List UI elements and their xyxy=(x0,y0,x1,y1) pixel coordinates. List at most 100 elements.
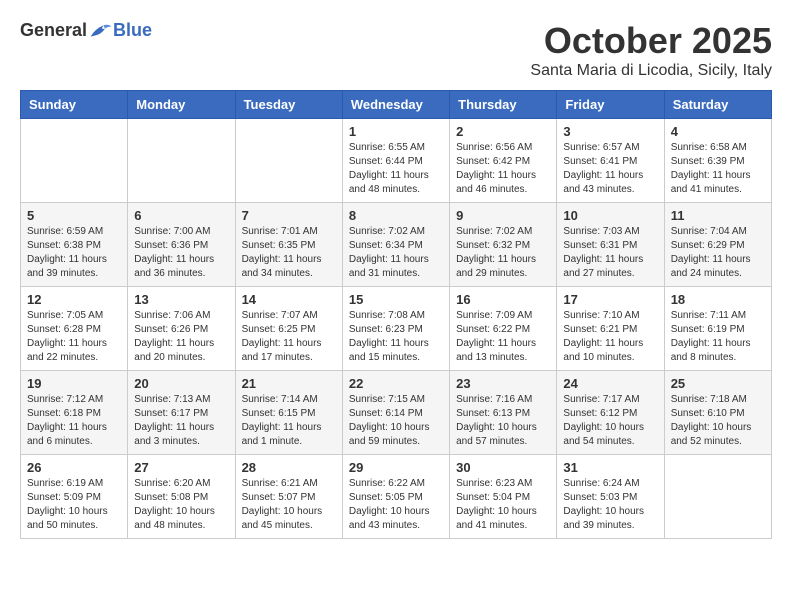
day-number: 19 xyxy=(27,376,121,391)
day-number: 8 xyxy=(349,208,443,223)
calendar-week-5: 26 Sunrise: 6:19 AM Sunset: 5:09 PM Dayli… xyxy=(21,455,772,539)
weekday-header-saturday: Saturday xyxy=(664,91,771,119)
calendar-cell: 18 Sunrise: 7:11 AM Sunset: 6:19 PM Dayli… xyxy=(664,287,771,371)
calendar-cell: 2Sunrise: 6:56 AM Sunset: 6:42 PM Daylig… xyxy=(450,119,557,203)
day-info: Sunrise: 6:19 AM Sunset: 5:09 PM Dayligh… xyxy=(27,477,121,533)
page-header: General Blue October 2025 Santa Maria di… xyxy=(20,20,772,80)
logo-blue-text: Blue xyxy=(113,20,152,41)
day-info: Sunrise: 7:12 AM Sunset: 6:18 PM Dayligh… xyxy=(27,393,121,449)
day-number: 31 xyxy=(563,460,657,475)
calendar-cell: 7 Sunrise: 7:01 AM Sunset: 6:35 PM Daylig… xyxy=(235,203,342,287)
day-number: 4 xyxy=(671,124,765,139)
day-number: 23 xyxy=(456,376,550,391)
calendar-cell: 3 Sunrise: 6:57 AM Sunset: 6:41 PM Daylig… xyxy=(557,119,664,203)
calendar-week-2: 5Sunrise: 6:59 AM Sunset: 6:38 PM Daylig… xyxy=(21,203,772,287)
day-number: 14 xyxy=(242,292,336,307)
day-info: Sunrise: 7:02 AM Sunset: 6:32 PM Dayligh… xyxy=(456,225,550,281)
day-info: Sunrise: 7:01 AM Sunset: 6:35 PM Dayligh… xyxy=(242,225,336,281)
day-info: Sunrise: 7:14 AM Sunset: 6:15 PM Dayligh… xyxy=(242,393,336,449)
day-info: Sunrise: 6:57 AM Sunset: 6:41 PM Dayligh… xyxy=(563,141,657,197)
day-info: Sunrise: 7:04 AM Sunset: 6:29 PM Dayligh… xyxy=(671,225,765,281)
day-number: 7 xyxy=(242,208,336,223)
calendar-cell: 10 Sunrise: 7:03 AM Sunset: 6:31 PM Dayli… xyxy=(557,203,664,287)
calendar-cell: 15Sunrise: 7:08 AM Sunset: 6:23 PM Dayli… xyxy=(342,287,449,371)
day-info: Sunrise: 6:56 AM Sunset: 6:42 PM Dayligh… xyxy=(456,141,550,197)
day-number: 30 xyxy=(456,460,550,475)
calendar-week-3: 12Sunrise: 7:05 AM Sunset: 6:28 PM Dayli… xyxy=(21,287,772,371)
day-info: Sunrise: 6:20 AM Sunset: 5:08 PM Dayligh… xyxy=(134,477,228,533)
day-number: 10 xyxy=(563,208,657,223)
day-number: 24 xyxy=(563,376,657,391)
logo-bird-icon xyxy=(89,21,113,41)
day-number: 6 xyxy=(134,208,228,223)
calendar-cell: 26 Sunrise: 6:19 AM Sunset: 5:09 PM Dayli… xyxy=(21,455,128,539)
day-number: 15 xyxy=(349,292,443,307)
day-number: 13 xyxy=(134,292,228,307)
calendar-cell: 1Sunrise: 6:55 AM Sunset: 6:44 PM Daylig… xyxy=(342,119,449,203)
location-subtitle: Santa Maria di Licodia, Sicily, Italy xyxy=(530,62,772,80)
weekday-header-sunday: Sunday xyxy=(21,91,128,119)
calendar-cell xyxy=(664,455,771,539)
day-number: 3 xyxy=(563,124,657,139)
day-info: Sunrise: 7:00 AM Sunset: 6:36 PM Dayligh… xyxy=(134,225,228,281)
day-number: 27 xyxy=(134,460,228,475)
day-number: 16 xyxy=(456,292,550,307)
calendar-cell: 30 Sunrise: 6:23 AM Sunset: 5:04 PM Dayli… xyxy=(450,455,557,539)
day-number: 21 xyxy=(242,376,336,391)
calendar-cell: 19 Sunrise: 7:12 AM Sunset: 6:18 PM Dayli… xyxy=(21,371,128,455)
calendar-table: SundayMondayTuesdayWednesdayThursdayFrid… xyxy=(20,90,772,539)
day-info: Sunrise: 7:16 AM Sunset: 6:13 PM Dayligh… xyxy=(456,393,550,449)
weekday-header-wednesday: Wednesday xyxy=(342,91,449,119)
day-number: 17 xyxy=(563,292,657,307)
month-title: October 2025 xyxy=(530,20,772,62)
day-number: 12 xyxy=(27,292,121,307)
calendar-cell: 4 Sunrise: 6:58 AM Sunset: 6:39 PM Daylig… xyxy=(664,119,771,203)
calendar-cell: 12Sunrise: 7:05 AM Sunset: 6:28 PM Dayli… xyxy=(21,287,128,371)
day-info: Sunrise: 6:23 AM Sunset: 5:04 PM Dayligh… xyxy=(456,477,550,533)
day-info: Sunrise: 7:11 AM Sunset: 6:19 PM Dayligh… xyxy=(671,309,765,365)
day-info: Sunrise: 7:06 AM Sunset: 6:26 PM Dayligh… xyxy=(134,309,228,365)
day-info: Sunrise: 6:22 AM Sunset: 5:05 PM Dayligh… xyxy=(349,477,443,533)
day-info: Sunrise: 7:03 AM Sunset: 6:31 PM Dayligh… xyxy=(563,225,657,281)
calendar-cell: 16Sunrise: 7:09 AM Sunset: 6:22 PM Dayli… xyxy=(450,287,557,371)
calendar-cell xyxy=(235,119,342,203)
calendar-cell: 27 Sunrise: 6:20 AM Sunset: 5:08 PM Dayli… xyxy=(128,455,235,539)
logo: General Blue xyxy=(20,20,152,41)
calendar-cell: 13 Sunrise: 7:06 AM Sunset: 6:26 PM Dayli… xyxy=(128,287,235,371)
calendar-cell: 29Sunrise: 6:22 AM Sunset: 5:05 PM Dayli… xyxy=(342,455,449,539)
day-number: 26 xyxy=(27,460,121,475)
calendar-cell: 6 Sunrise: 7:00 AM Sunset: 6:36 PM Daylig… xyxy=(128,203,235,287)
weekday-header-thursday: Thursday xyxy=(450,91,557,119)
day-info: Sunrise: 7:18 AM Sunset: 6:10 PM Dayligh… xyxy=(671,393,765,449)
day-info: Sunrise: 7:13 AM Sunset: 6:17 PM Dayligh… xyxy=(134,393,228,449)
calendar-week-4: 19 Sunrise: 7:12 AM Sunset: 6:18 PM Dayli… xyxy=(21,371,772,455)
calendar-cell: 17 Sunrise: 7:10 AM Sunset: 6:21 PM Dayli… xyxy=(557,287,664,371)
day-info: Sunrise: 7:10 AM Sunset: 6:21 PM Dayligh… xyxy=(563,309,657,365)
day-number: 20 xyxy=(134,376,228,391)
day-info: Sunrise: 7:02 AM Sunset: 6:34 PM Dayligh… xyxy=(349,225,443,281)
day-number: 5 xyxy=(27,208,121,223)
logo-general-text: General xyxy=(20,20,87,41)
day-info: Sunrise: 6:21 AM Sunset: 5:07 PM Dayligh… xyxy=(242,477,336,533)
calendar-week-1: 1Sunrise: 6:55 AM Sunset: 6:44 PM Daylig… xyxy=(21,119,772,203)
calendar-cell: 8 Sunrise: 7:02 AM Sunset: 6:34 PM Daylig… xyxy=(342,203,449,287)
day-number: 1 xyxy=(349,124,443,139)
title-section: October 2025 Santa Maria di Licodia, Sic… xyxy=(530,20,772,80)
calendar-cell: 20 Sunrise: 7:13 AM Sunset: 6:17 PM Dayli… xyxy=(128,371,235,455)
calendar-cell xyxy=(128,119,235,203)
day-info: Sunrise: 6:24 AM Sunset: 5:03 PM Dayligh… xyxy=(563,477,657,533)
day-info: Sunrise: 7:15 AM Sunset: 6:14 PM Dayligh… xyxy=(349,393,443,449)
weekday-header-row: SundayMondayTuesdayWednesdayThursdayFrid… xyxy=(21,91,772,119)
weekday-header-tuesday: Tuesday xyxy=(235,91,342,119)
calendar-cell: 9 Sunrise: 7:02 AM Sunset: 6:32 PM Daylig… xyxy=(450,203,557,287)
day-info: Sunrise: 6:58 AM Sunset: 6:39 PM Dayligh… xyxy=(671,141,765,197)
day-number: 9 xyxy=(456,208,550,223)
day-info: Sunrise: 7:17 AM Sunset: 6:12 PM Dayligh… xyxy=(563,393,657,449)
day-number: 28 xyxy=(242,460,336,475)
weekday-header-monday: Monday xyxy=(128,91,235,119)
day-info: Sunrise: 7:07 AM Sunset: 6:25 PM Dayligh… xyxy=(242,309,336,365)
calendar-cell: 5Sunrise: 6:59 AM Sunset: 6:38 PM Daylig… xyxy=(21,203,128,287)
day-number: 11 xyxy=(671,208,765,223)
calendar-cell: 21 Sunrise: 7:14 AM Sunset: 6:15 PM Dayli… xyxy=(235,371,342,455)
day-number: 18 xyxy=(671,292,765,307)
